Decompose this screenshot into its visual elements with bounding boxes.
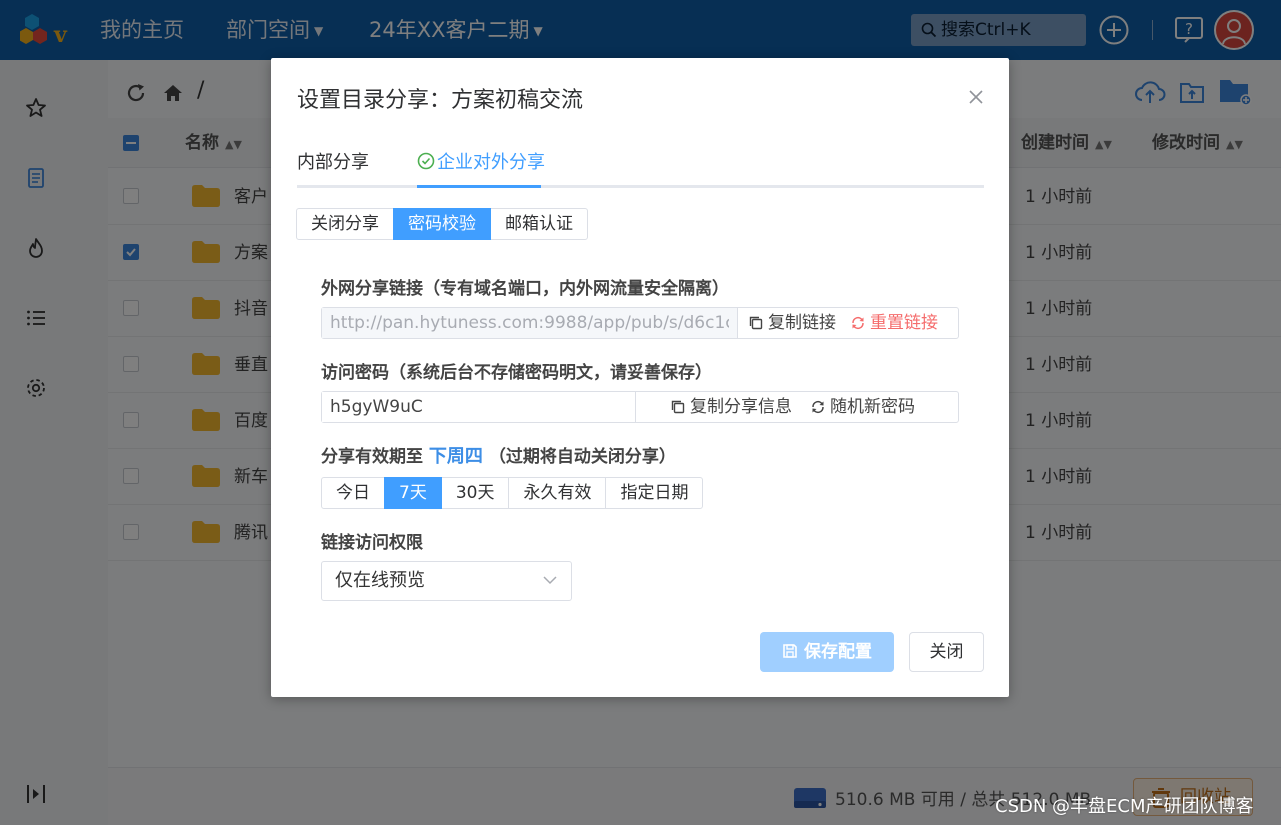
share-mode-group: 关闭分享 密码校验 邮箱认证: [296, 208, 588, 240]
share-settings-dialog: 设置目录分享：方案初稿交流 内部分享 企业对外分享 关闭分享 密码校验 邮箱认证…: [271, 58, 1009, 697]
save-config-button[interactable]: 保存配置: [760, 632, 894, 672]
copy-icon: [749, 316, 763, 330]
save-config-label: 保存配置: [804, 642, 872, 662]
dialog-title: 设置目录分享：方案初稿交流: [297, 88, 584, 113]
refresh-icon: [812, 400, 824, 414]
check-circle-icon: [417, 152, 435, 170]
permission-label: 链接访问权限: [321, 533, 423, 553]
share-link-label: 外网分享链接（专有域名端口，内外网流量安全隔离）: [321, 279, 729, 299]
active-tab-indicator: [417, 185, 541, 188]
tab-internal-share[interactable]: 内部分享: [297, 140, 369, 186]
random-password-label: 随机新密码: [830, 397, 915, 417]
copy-link-button[interactable]: 复制链接: [738, 308, 836, 338]
tab-external-share[interactable]: 企业对外分享: [417, 140, 545, 186]
copy-icon: [671, 400, 685, 414]
reset-link-button[interactable]: 重置链接: [836, 308, 938, 338]
mode-password-button[interactable]: 密码校验: [393, 208, 491, 240]
expiry-label: 分享有效期至 下周四 （过期将自动关闭分享）: [321, 442, 676, 468]
watermark: CSDN @丰盘ECM产研团队博客: [995, 796, 1254, 817]
reset-link-label: 重置链接: [870, 313, 938, 333]
copy-share-info-label: 复制分享信息: [690, 397, 792, 417]
permission-select-value: 仅在线预览: [335, 570, 425, 591]
copy-share-info-button[interactable]: 复制分享信息: [636, 392, 792, 422]
expiry-duration-group: 今日 7天 30天 永久有效 指定日期: [321, 477, 704, 509]
password-input[interactable]: [322, 392, 636, 422]
permission-select[interactable]: 仅在线预览: [321, 561, 572, 601]
expiry-prefix: 分享有效期至: [321, 447, 423, 467]
share-link-group: 复制链接 重置链接: [321, 307, 959, 339]
password-group: 复制分享信息 随机新密码: [321, 391, 959, 423]
duration-today-button[interactable]: 今日: [321, 477, 385, 509]
share-link-input[interactable]: [322, 308, 738, 338]
duration-custom-date-button[interactable]: 指定日期: [605, 477, 704, 509]
expiry-suffix: （过期将自动关闭分享）: [488, 447, 676, 467]
password-label: 访问密码（系统后台不存储密码明文，请妥善保存）: [321, 363, 712, 383]
close-icon[interactable]: [964, 85, 988, 109]
duration-permanent-button[interactable]: 永久有效: [508, 477, 607, 509]
mode-email-button[interactable]: 邮箱认证: [490, 208, 588, 240]
save-icon: [783, 644, 797, 658]
tab-external-share-label: 企业对外分享: [437, 152, 545, 173]
copy-link-label: 复制链接: [768, 313, 836, 333]
mode-close-share-button[interactable]: 关闭分享: [296, 208, 394, 240]
refresh-icon: [852, 316, 864, 330]
chevron-down-icon: [543, 576, 557, 585]
duration-7days-button[interactable]: 7天: [384, 477, 442, 509]
close-button[interactable]: 关闭: [909, 632, 984, 672]
duration-30days-button[interactable]: 30天: [440, 477, 510, 509]
expiry-day: 下周四: [428, 446, 483, 467]
random-password-button[interactable]: 随机新密码: [792, 392, 915, 422]
share-tabs: 内部分享 企业对外分享: [297, 140, 984, 188]
